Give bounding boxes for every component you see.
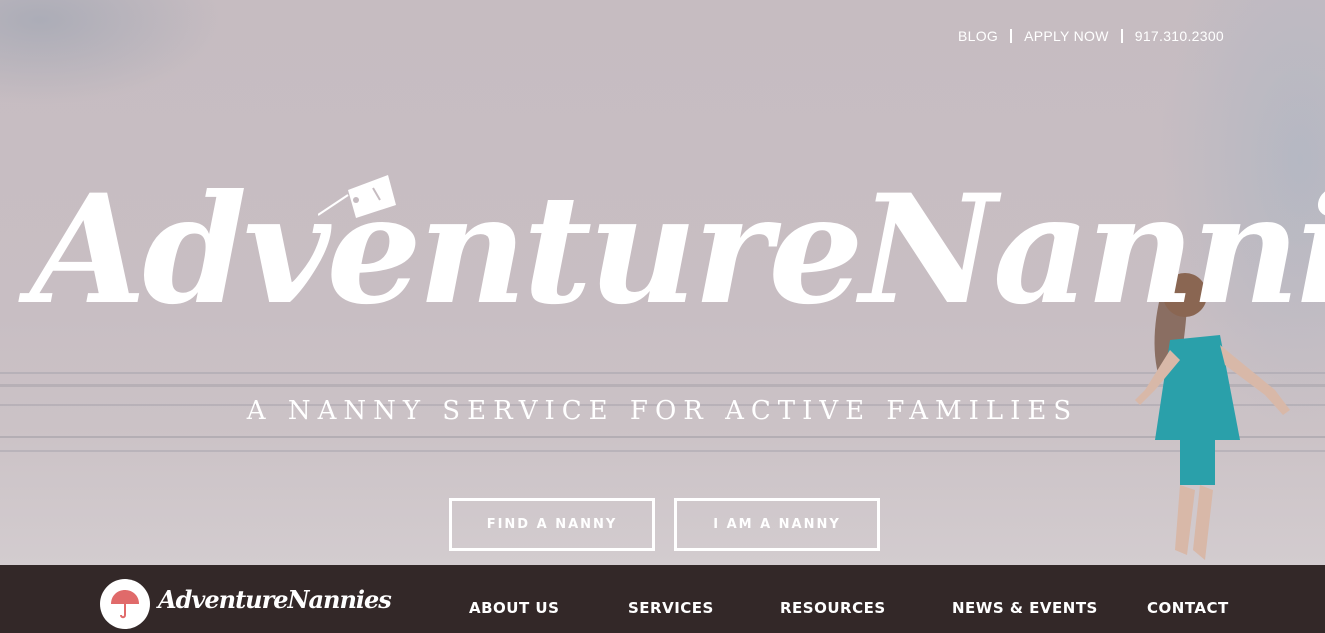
main-navbar: AdventureNannies ABOUT US SERVICES RESOU… bbox=[0, 565, 1325, 633]
hero-logo: AdventureNannies bbox=[30, 162, 1325, 338]
logo-badge[interactable] bbox=[100, 579, 150, 629]
link-separator bbox=[1120, 29, 1123, 43]
nav-item-resources[interactable]: RESOURCES bbox=[780, 599, 886, 617]
umbrella-icon bbox=[111, 590, 139, 619]
find-a-nanny-button[interactable]: FIND A NANNY bbox=[449, 498, 655, 551]
top-links: BLOG APPLY NOW 917.310.2300 bbox=[958, 28, 1224, 44]
blog-link[interactable]: BLOG bbox=[958, 28, 998, 44]
nav-item-about-us[interactable]: ABOUT US bbox=[469, 599, 559, 617]
nav-item-news-events[interactable]: NEWS & EVENTS bbox=[952, 599, 1098, 617]
link-separator bbox=[1010, 29, 1013, 43]
i-am-a-nanny-button[interactable]: I AM A NANNY bbox=[674, 498, 880, 551]
hero-section: BLOG APPLY NOW 917.310.2300 AdventureNan… bbox=[0, 0, 1325, 565]
nav-item-services[interactable]: SERVICES bbox=[628, 599, 714, 617]
apply-now-link[interactable]: APPLY NOW bbox=[1024, 28, 1109, 44]
phone-link[interactable]: 917.310.2300 bbox=[1135, 28, 1224, 44]
nav-logo-text[interactable]: AdventureNannies bbox=[158, 585, 392, 614]
nav-item-contact[interactable]: CONTACT bbox=[1147, 599, 1229, 617]
hero-tagline: A NANNY SERVICE FOR ACTIVE FAMILIES bbox=[246, 396, 1079, 426]
